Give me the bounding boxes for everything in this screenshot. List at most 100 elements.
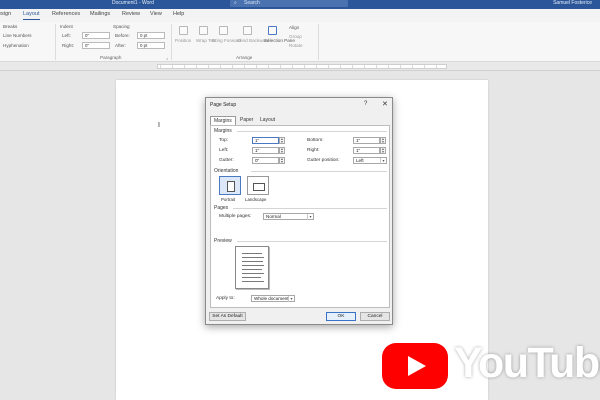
youtube-play-icon <box>382 343 448 389</box>
multiple-pages-label: Multiple pages: <box>219 214 252 219</box>
tab-layout[interactable]: Layout <box>23 11 40 20</box>
rotate-button[interactable]: Rotate <box>289 43 303 48</box>
section-divider <box>237 241 387 242</box>
ribbon: Breaks Line Numbers Hyphenation Indent L… <box>0 22 600 62</box>
ribbon-divider <box>55 24 56 60</box>
dialog-body: Margins Top: 1" ▲ ▼ Bottom: 1" ▲ ▼ Left: 1… <box>210 125 390 308</box>
multiple-pages-value: Normal <box>266 214 281 219</box>
left-margin-value: 1" <box>255 148 260 153</box>
page-setup-dialog: Page Setup ? ✕ Margins Paper Layout Marg… <box>205 97 393 325</box>
indent-label: Indent <box>60 24 73 29</box>
set-as-default-button[interactable]: Set As Default <box>209 312 246 321</box>
portrait-label: Portrait <box>221 197 236 202</box>
right-margin-input[interactable]: 1" ▲ ▼ <box>353 147 386 155</box>
top-label: Top: <box>219 138 229 143</box>
top-margin-value: 1" <box>255 138 260 143</box>
search-box[interactable]: ⌕ Search <box>230 0 348 7</box>
apply-to-select[interactable]: Whole document ▾ <box>251 295 295 302</box>
gutter-position-label: Gutter position: <box>307 158 340 163</box>
multiple-pages-select[interactable]: Normal ▾ <box>263 213 314 220</box>
tab-layout-dialog[interactable]: Layout <box>257 116 278 125</box>
paragraph-launcher-icon[interactable]: ⌟ <box>166 55 168 61</box>
tab-references[interactable]: References <box>52 11 80 17</box>
gutter-position-value: Left <box>356 158 364 163</box>
right-margin-spinner-icon[interactable]: ▲ ▼ <box>380 147 386 155</box>
left-margin-spinner-icon[interactable]: ▲ ▼ <box>279 147 285 155</box>
gutter-position-select[interactable]: Left ▾ <box>353 157 387 164</box>
apply-to-label: Apply to: <box>216 296 235 301</box>
selection-pane-icon[interactable] <box>268 26 277 35</box>
ribbon-divider <box>318 24 319 60</box>
dialog-title: Page Setup <box>210 102 237 108</box>
margins-section-label: Margins <box>214 128 232 134</box>
tab-mailings[interactable]: Mailings <box>90 11 110 17</box>
bottom-margin-input[interactable]: 1" ▲ ▼ <box>353 137 386 145</box>
indent-right-input[interactable]: 0" <box>82 42 110 49</box>
search-icon: ⌕ <box>234 0 237 6</box>
orientation-section-label: Orientation <box>214 168 239 174</box>
youtube-wordmark: YouTube <box>454 339 600 387</box>
position-icon[interactable] <box>179 26 188 35</box>
line-numbers-button[interactable]: Line Numbers <box>3 33 32 38</box>
breaks-button[interactable]: Breaks <box>3 24 17 29</box>
gutter-spinner-icon[interactable]: ▲ ▼ <box>279 157 285 165</box>
text-cursor-icon: I <box>158 122 160 129</box>
tab-paper[interactable]: Paper <box>237 116 256 125</box>
tab-view[interactable]: View <box>150 11 162 17</box>
user-name[interactable]: Samuel Fosterice <box>553 0 592 7</box>
chevron-down-icon: ▾ <box>307 214 313 220</box>
ok-button[interactable]: OK <box>326 312 356 321</box>
left-label: Left: <box>219 148 229 153</box>
help-icon[interactable]: ? <box>364 101 367 107</box>
bottom-margin-value: 1" <box>356 138 361 143</box>
tab-design[interactable]: esign <box>0 11 11 17</box>
youtube-watermark: YouTube <box>382 339 600 391</box>
spacing-before-input[interactable]: 0 pt <box>137 32 165 39</box>
send-backward-icon[interactable] <box>243 26 252 35</box>
landscape-label: Landscape <box>245 197 267 202</box>
cancel-button[interactable]: Cancel <box>360 312 390 321</box>
arrange-group-label: Arrange <box>236 55 253 60</box>
chevron-down-icon: ▾ <box>288 296 294 302</box>
tab-margins[interactable]: Margins <box>210 116 236 125</box>
hyphenation-button[interactable]: Hyphenation <box>3 43 29 48</box>
gutter-label: Gutter: <box>219 158 234 163</box>
section-divider <box>251 171 387 172</box>
group-button[interactable]: Group <box>289 34 302 39</box>
align-button[interactable]: Align <box>289 25 299 30</box>
top-margin-spinner-icon[interactable]: ▲ ▼ <box>279 137 285 145</box>
bottom-margin-spinner-icon[interactable]: ▲ ▼ <box>380 137 386 145</box>
section-divider <box>237 131 387 132</box>
right-margin-value: 1" <box>356 148 361 153</box>
horizontal-ruler[interactable] <box>0 62 600 71</box>
tab-review[interactable]: Review <box>122 11 140 17</box>
wrap-text-icon[interactable] <box>199 26 208 35</box>
close-icon[interactable]: ✕ <box>382 100 388 108</box>
pages-section-label: Pages <box>214 205 229 211</box>
spacing-after-input[interactable]: 0 pt <box>137 42 165 49</box>
gutter-value: 0" <box>255 158 260 163</box>
indent-right-label: Right: <box>62 43 75 48</box>
left-margin-input[interactable]: 1" ▲ ▼ <box>252 147 285 155</box>
spacing-after-label: After: <box>115 43 126 48</box>
chevron-down-icon: ▾ <box>380 158 386 164</box>
paragraph-group-label: Paragraph <box>100 55 122 60</box>
landscape-button[interactable] <box>247 176 269 195</box>
gutter-input[interactable]: 0" ▲ ▼ <box>252 157 285 165</box>
portrait-button[interactable] <box>219 176 241 195</box>
title-bar: Document1 - Word ⌕ Search Samuel Fosteri… <box>0 0 600 9</box>
bottom-label: Bottom: <box>307 138 324 143</box>
spacing-before-label: Before: <box>115 33 130 38</box>
landscape-page-icon <box>253 183 265 191</box>
window-title: Document1 - Word <box>112 0 154 6</box>
tab-help[interactable]: Help <box>173 11 184 17</box>
indent-left-label: Left: <box>62 33 71 38</box>
spacing-label: Spacing <box>113 24 130 29</box>
position-button[interactable]: Position <box>175 38 191 43</box>
right-label: Right: <box>307 148 320 153</box>
ribbon-tabs: esign Layout References Mailings Review … <box>0 9 600 22</box>
top-margin-input[interactable]: 1" ▲ ▼ <box>252 137 285 145</box>
page-preview <box>235 246 269 289</box>
indent-left-input[interactable]: 0" <box>82 32 110 39</box>
bring-forward-icon[interactable] <box>219 26 228 35</box>
